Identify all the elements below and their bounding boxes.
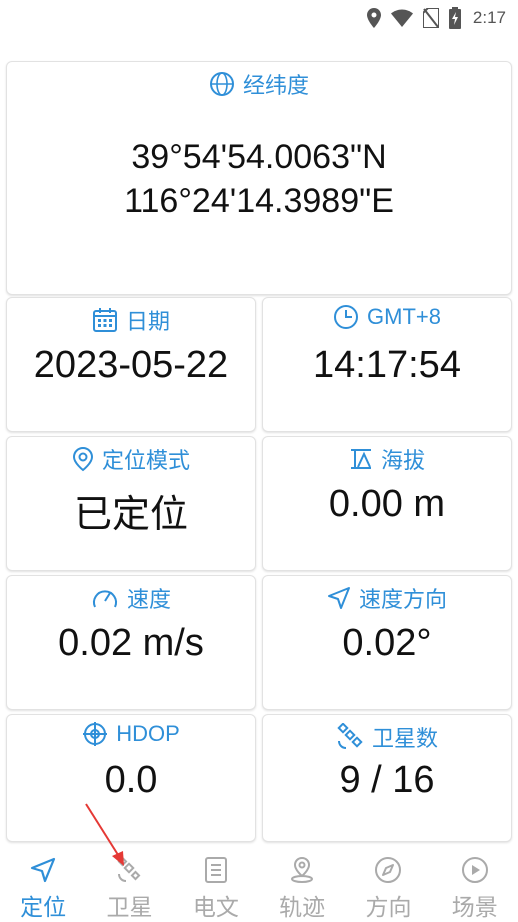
annotation-arrow <box>85 803 124 866</box>
nav-label: 定位 <box>20 894 67 920</box>
mode-header: 定位模式 <box>7 443 255 475</box>
speed-label: 速度 <box>126 587 171 612</box>
altitude-icon <box>350 449 371 469</box>
date-label: 日期 <box>125 309 170 334</box>
heading-header: 速度方向 <box>263 582 511 614</box>
map-pin-track-icon <box>291 856 314 883</box>
nav-label: 场景 <box>451 894 498 920</box>
globe-icon <box>209 72 234 96</box>
wifi-icon <box>390 9 413 27</box>
play-circle-icon <box>461 857 488 883</box>
satellites-card: 卫星数 9 / 16 <box>262 714 512 842</box>
longitude-value: 116°24'14.3989"E <box>124 182 394 220</box>
satellites-value: 9 / 16 <box>339 759 435 801</box>
speed-value: 0.02 m/s <box>58 622 204 664</box>
coordinates-card: 经纬度 39°54'54.0063"N 116°24'14.3989"E <box>6 61 512 295</box>
nav-item-positioning[interactable]: 定位 <box>0 846 86 922</box>
positioning-mode-card: 定位模式 已定位 <box>6 436 256 571</box>
no-sim-icon <box>422 8 439 28</box>
nav-label: 轨迹 <box>279 894 326 920</box>
navigation-arrow-icon <box>327 587 350 609</box>
latitude-value: 39°54'54.0063"N <box>131 138 387 176</box>
location-icon <box>366 8 381 28</box>
heading-label: 速度方向 <box>358 587 447 612</box>
altitude-value: 0.00 m <box>328 483 446 525</box>
altitude-card: 海拔 0.00 m <box>262 436 512 571</box>
compass-icon <box>375 857 402 883</box>
status-bar: 2:17 <box>0 0 518 36</box>
hdop-label: HDOP <box>116 721 180 746</box>
satellites-label: 卫星数 <box>371 726 438 751</box>
speed-header: 速度 <box>7 582 255 614</box>
heading-card: 速度方向 0.02° <box>262 575 512 710</box>
date-value: 2023-05-22 <box>33 344 229 386</box>
nav-item-message[interactable]: 电文 <box>173 846 259 922</box>
hdop-value: 0.0 <box>104 759 158 801</box>
nav-label: 卫星 <box>106 894 153 920</box>
date-header: 日期 <box>7 304 255 336</box>
speedometer-icon <box>93 590 117 608</box>
coordinates-title: 经纬度 <box>242 73 309 98</box>
nav-item-direction[interactable]: 方向 <box>345 846 431 922</box>
satellite-icon <box>337 723 363 749</box>
nav-item-scene[interactable]: 场景 <box>432 846 518 922</box>
mode-label: 定位模式 <box>101 448 190 473</box>
battery-charging-icon <box>448 7 461 29</box>
time-value: 14:17:54 <box>313 344 461 386</box>
crosshair-icon <box>83 722 108 746</box>
time-header: GMT+8 <box>263 304 511 330</box>
calendar-icon <box>92 308 117 332</box>
altitude-header: 海拔 <box>263 443 511 475</box>
mode-value: 已定位 <box>73 494 188 536</box>
nav-label: 电文 <box>192 894 239 920</box>
clock-icon <box>334 305 359 329</box>
date-card: 日期 2023-05-22 <box>6 297 256 432</box>
document-icon <box>204 857 227 883</box>
status-time: 2:17 <box>472 8 506 27</box>
heading-value: 0.02° <box>342 622 432 664</box>
nav-item-track[interactable]: 轨迹 <box>259 846 345 922</box>
bottom-navigation: 定位 卫星 电文 轨迹 方向 场景 <box>0 846 518 920</box>
coordinates-header: 经纬度 <box>7 68 511 100</box>
time-card: GMT+8 14:17:54 <box>262 297 512 432</box>
hdop-header: HDOP <box>7 721 255 747</box>
time-label: GMT+8 <box>367 304 441 329</box>
navigation-arrow-icon <box>31 857 56 883</box>
speed-card: 速度 0.02 m/s <box>6 575 256 710</box>
map-pin-icon <box>72 446 93 472</box>
satellites-header: 卫星数 <box>263 721 511 753</box>
altitude-label: 海拔 <box>380 448 425 473</box>
nav-label: 方向 <box>365 894 412 920</box>
